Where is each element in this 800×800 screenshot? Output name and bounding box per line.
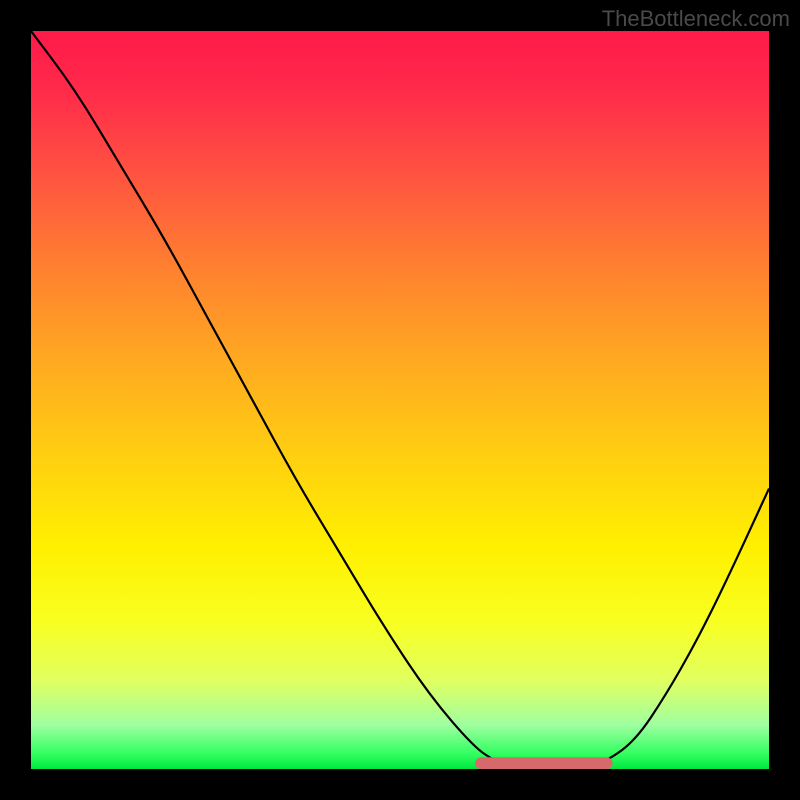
- chart-svg: [31, 31, 769, 769]
- watermark-text: TheBottleneck.com: [602, 6, 790, 32]
- bottleneck-curve-path: [31, 31, 769, 769]
- chart-plot-area: [31, 31, 769, 769]
